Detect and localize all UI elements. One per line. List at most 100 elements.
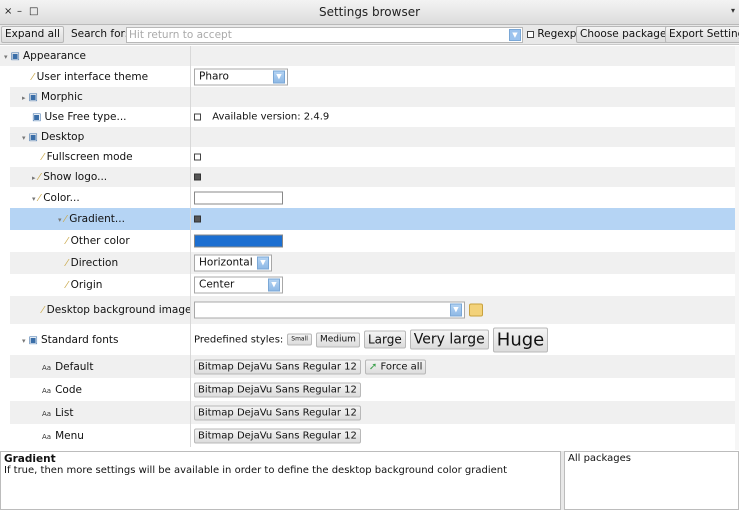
free-type-checkbox[interactable] [194,113,201,121]
row-label: Menu [55,429,84,442]
tree-row-other-color[interactable]: ⁄ Other color [10,230,735,252]
tree-row-desktop-background-image[interactable]: ⁄ Desktop background image ▼ [10,296,735,324]
collapse-arrow-icon[interactable]: ▾ [22,134,26,142]
tree-row-standard-fonts[interactable]: ▾ ▣ Standard fonts Predefined styles: Smal… [10,324,735,355]
expand-arrow-icon[interactable]: ▸ [22,94,26,102]
tree-row-desktop[interactable]: ▾ ▣ Desktop [10,127,735,147]
tree-row-use-free-type[interactable]: ▣ Use Free type... Available version: 2.4… [10,107,735,127]
style-small-button[interactable]: Small [287,333,312,346]
free-type-version: Available version: 2.4.9 [212,111,330,123]
tree-row-origin[interactable]: ⁄ Origin Center ▼ [10,274,735,296]
tree-row-direction[interactable]: ⁄ Direction Horizontal ▼ [10,252,735,274]
tree-row-color[interactable]: ▾ ⁄ Color... [10,187,735,208]
row-label: Gradient... [69,213,125,225]
tree-row-menu-font[interactable]: Aa Menu Bitmap DejaVu Sans Regular 12 [10,424,735,447]
row-label: List [55,406,74,419]
background-image-input[interactable]: ▼ [194,301,465,319]
font-icon: Aa [42,432,52,441]
package-icon: ▣ [10,51,20,62]
row-label: Morphic [40,91,83,103]
origin-dropdown[interactable]: Center ▼ [194,276,283,294]
window-title: Settings browser [318,5,421,19]
row-label: Desktop background image [46,304,192,316]
theme-value: Pharo [199,70,229,82]
chevron-down-icon: ▼ [450,303,462,317]
description-pane: Gradient If true, then more settings wil… [0,451,561,510]
search-label: Search for: [71,28,129,40]
package-icon: ▣ [32,112,42,123]
direction-dropdown[interactable]: Horizontal ▼ [194,254,272,272]
style-medium-button[interactable]: Medium [315,332,360,347]
arrow-icon: ➚ [368,361,378,372]
tree-row-show-logo[interactable]: ▸ ⁄ Show logo... [10,167,735,187]
tree-row-gradient[interactable]: ▾ ⁄ Gradient... [10,208,735,230]
theme-dropdown[interactable]: Pharo ▼ [194,68,288,85]
search-history-dropdown-icon[interactable]: ▼ [509,29,521,41]
tree-row-morphic[interactable]: ▸ ▣ Morphic [10,87,735,107]
row-label: Appearance [22,50,87,62]
package-icon: ▣ [28,132,38,143]
all-packages-item[interactable]: All packages [568,453,631,464]
window-menu-icon[interactable]: ▾ [731,6,735,15]
tree-row-fullscreen-mode[interactable]: ⁄ Fullscreen mode [10,147,735,167]
collapse-arrow-icon[interactable]: ▾ [32,195,36,203]
style-large-button[interactable]: Large [363,330,406,349]
row-label: Color... [43,191,80,204]
expand-arrow-icon[interactable]: ▸ [32,174,36,182]
brush-icon: ⁄ [66,258,68,269]
collapse-arrow-icon[interactable]: ▾ [4,53,8,61]
style-very-large-button[interactable]: Very large [409,329,489,350]
style-huge-button[interactable]: Huge [492,327,549,352]
default-font-button[interactable]: Bitmap DejaVu Sans Regular 12 [194,359,361,374]
other-color-swatch[interactable] [194,234,283,248]
force-all-label: Force all [380,361,423,372]
brush-icon: ⁄ [38,192,41,204]
vertical-scrollbar[interactable] [735,46,739,450]
tree-row-user-interface-theme[interactable]: ⁄ User interface theme Pharo ▼ [10,66,735,87]
origin-value: Center [199,278,235,291]
tree-row-list-font[interactable]: Aa List Bitmap DejaVu Sans Regular 12 [10,401,735,424]
brush-icon: ⁄ [42,152,44,163]
brush-icon: ⁄ [66,280,68,291]
collapse-arrow-icon[interactable]: ▾ [58,216,62,224]
collapse-arrow-icon[interactable]: ▾ [22,337,26,345]
tree-row-default-font[interactable]: Aa Default Bitmap DejaVu Sans Regular 12 … [10,355,735,378]
brush-icon: ⁄ [38,172,41,183]
show-logo-checkbox[interactable] [194,173,201,181]
chevron-down-icon: ▼ [268,278,280,292]
predefined-styles-label: Predefined styles: [194,334,284,345]
toolbar: Expand all Search for: Hit return to acc… [0,25,739,45]
choose-packages-button[interactable]: Choose packages [576,26,676,43]
row-label: Origin [70,279,103,291]
package-icon: ▣ [28,334,38,346]
list-font-button[interactable]: Bitmap DejaVu Sans Regular 12 [194,405,361,420]
menu-font-button[interactable]: Bitmap DejaVu Sans Regular 12 [194,428,361,443]
row-label: Default [55,360,94,373]
search-input[interactable]: Hit return to accept ▼ [126,27,523,43]
title-bar: × – □ Settings browser ▾ [0,0,739,25]
expand-all-button[interactable]: Expand all [1,26,64,43]
tree-row-appearance[interactable]: ▾ ▣ Appearance [0,46,735,66]
font-icon: Aa [42,363,52,372]
color-swatch[interactable] [194,191,283,204]
row-label: Use Free type... [44,111,127,123]
regexp-checkbox[interactable] [527,30,534,38]
row-label: Code [55,383,82,396]
row-label: Desktop [40,131,85,143]
tree-row-code-font[interactable]: Aa Code Bitmap DejaVu Sans Regular 12 [10,378,735,401]
force-all-button[interactable]: ➚ Force all [364,359,427,374]
fullscreen-checkbox[interactable] [194,153,201,161]
gradient-checkbox[interactable] [194,215,201,223]
regexp-toggle[interactable]: Regexp [527,28,576,40]
font-icon: Aa [42,409,52,418]
description-text: If true, then more settings will be avai… [4,465,508,476]
settings-tree: ▾ ▣ Appearance ⁄ User interface theme Pharo… [0,46,739,450]
export-settings-button[interactable]: Export Settings [665,26,739,43]
folder-icon[interactable] [469,303,483,317]
bottom-panel: Gradient If true, then more settings wil… [0,451,739,510]
row-label: Other color [70,235,130,247]
row-label: Fullscreen mode [46,151,133,163]
code-font-button[interactable]: Bitmap DejaVu Sans Regular 12 [194,382,361,397]
chevron-down-icon: ▼ [273,70,285,83]
packages-pane[interactable]: All packages [564,451,739,510]
